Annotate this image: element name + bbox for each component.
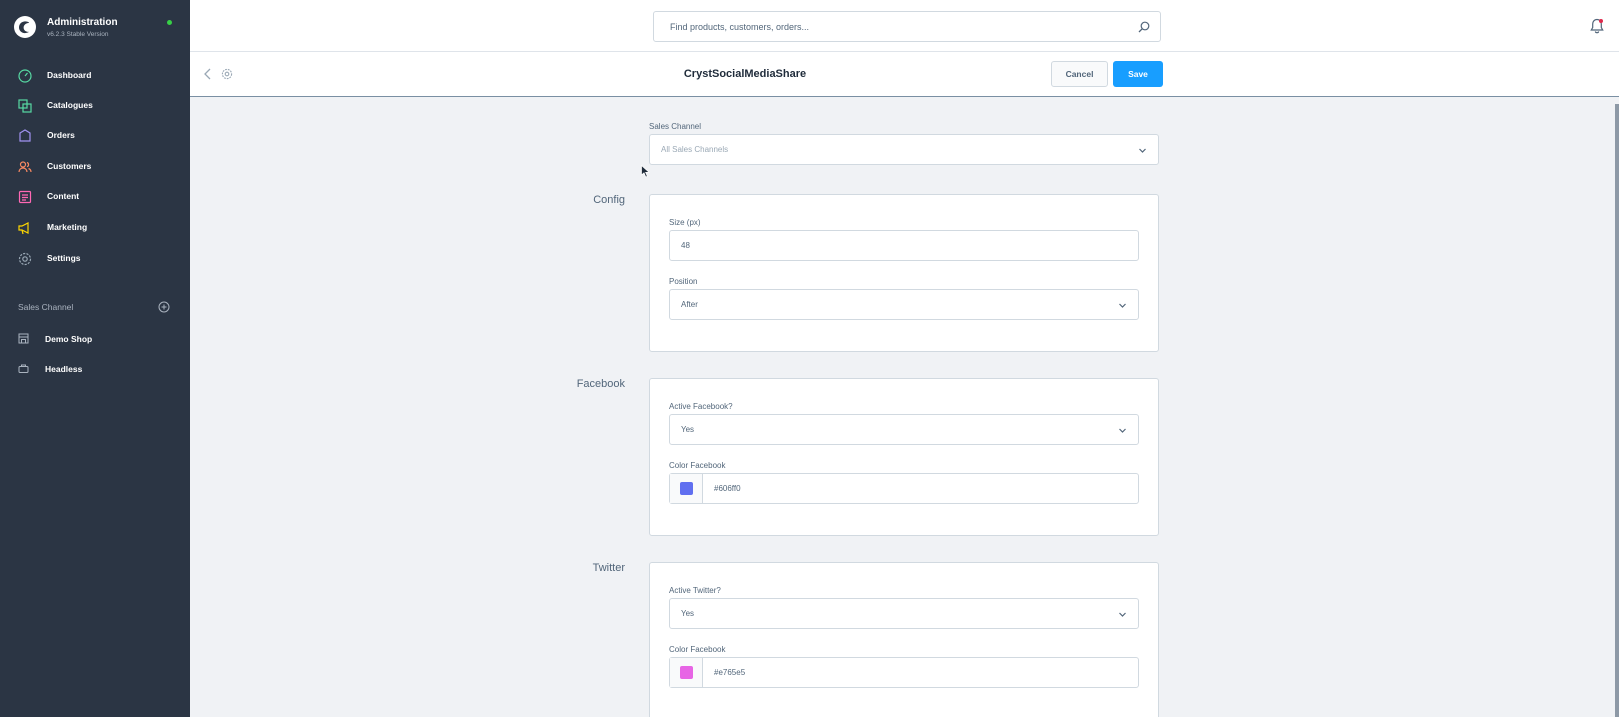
twitter-card: Active Twitter? Yes Color Facebook (649, 562, 1159, 717)
chevron-down-icon (1119, 428, 1126, 433)
active-twitter-label: Active Twitter? (669, 586, 721, 595)
color-swatch (680, 482, 693, 495)
config-card: Size (px) Position After (649, 194, 1159, 352)
color-facebook-input[interactable] (704, 474, 1124, 503)
nav-label: Settings (47, 253, 81, 263)
active-twitter-select[interactable]: Yes (669, 598, 1139, 629)
page-title: CrystSocialMediaShare (683, 68, 807, 80)
cancel-button[interactable]: Cancel (1051, 61, 1108, 87)
nav-item-marketing[interactable]: Marketing (0, 213, 190, 243)
nav-item-dashboard[interactable]: Dashboard (0, 61, 190, 91)
config-section-title: Config (593, 194, 625, 206)
sidebar: Administration v6.2.3 Stable Version Das… (0, 0, 190, 717)
color-facebook-label: Color Facebook (669, 461, 726, 470)
nav-label: Dashboard (47, 70, 92, 80)
color-twitter-label: Color Facebook (669, 645, 726, 654)
color-picker-toggle[interactable] (670, 658, 703, 687)
search-icon[interactable] (1138, 21, 1150, 33)
notification-bell-icon[interactable] (1590, 18, 1604, 34)
position-label: Position (669, 277, 698, 286)
size-label: Size (px) (669, 218, 701, 227)
shopware-logo-icon[interactable] (13, 15, 37, 39)
active-facebook-select[interactable]: Yes (669, 414, 1139, 445)
twitter-section-title: Twitter (592, 562, 625, 574)
color-facebook-field (669, 473, 1139, 504)
color-twitter-input[interactable] (704, 658, 1124, 687)
top-bar (190, 0, 1619, 52)
back-chevron-icon[interactable] (203, 68, 213, 80)
chevron-down-icon (1119, 612, 1126, 617)
facebook-card: Active Facebook? Yes Color Facebook (649, 378, 1159, 536)
sales-channel-item-demo-shop[interactable]: Demo Shop (0, 325, 190, 353)
orders-icon (19, 129, 31, 142)
nav-label: Customers (47, 161, 92, 171)
content-icon (18, 190, 32, 204)
headless-icon (18, 364, 29, 373)
nav-label: Orders (47, 130, 75, 140)
sales-channel-label: Sales Channel (649, 122, 702, 131)
active-facebook-label: Active Facebook? (669, 402, 733, 411)
brand: Administration v6.2.3 Stable Version (0, 0, 190, 54)
scrollbar[interactable] (1615, 104, 1619, 717)
color-twitter-field (669, 657, 1139, 688)
sales-channel-select[interactable]: All Sales Channels (649, 134, 1159, 165)
search-input[interactable] (654, 12, 1124, 41)
facebook-section-title: Facebook (576, 378, 625, 390)
customers-icon (18, 161, 32, 173)
chevron-down-icon (1119, 303, 1126, 308)
size-field (669, 230, 1139, 261)
active-facebook-value: Yes (681, 425, 695, 434)
position-value: After (681, 300, 698, 309)
sales-channel-heading: Sales Channel (18, 302, 74, 312)
gear-icon[interactable] (221, 68, 233, 80)
size-input[interactable] (670, 231, 1138, 260)
nav-label: Catalogues (47, 100, 93, 110)
content-area: Sales Channel All Sales Channels Config … (190, 98, 1619, 717)
nav-label: Content (47, 191, 80, 201)
chevron-down-icon (1139, 148, 1146, 153)
dashboard-icon (18, 69, 32, 83)
add-sales-channel-icon[interactable] (158, 301, 170, 313)
save-button[interactable]: Save (1113, 61, 1163, 87)
active-twitter-value: Yes (681, 609, 695, 618)
sales-channel-label: Demo Shop (45, 334, 93, 344)
nav-item-content[interactable]: Content (0, 182, 190, 212)
mouse-cursor-icon (641, 165, 650, 178)
app-title: Administration (47, 17, 118, 28)
nav-item-customers[interactable]: Customers (0, 152, 190, 182)
sales-channel-item-headless[interactable]: Headless (0, 355, 190, 383)
smart-bar: CrystSocialMediaShare Cancel Save (190, 52, 1619, 97)
marketing-icon (18, 222, 29, 235)
sales-channel-label: Headless (45, 364, 83, 374)
position-select[interactable]: After (669, 289, 1139, 320)
nav-item-settings[interactable]: Settings (0, 244, 190, 274)
nav-item-orders[interactable]: Orders (0, 121, 190, 151)
settings-icon (18, 252, 32, 266)
online-status-dot (167, 20, 172, 25)
catalogues-icon (18, 99, 32, 113)
nav-label: Marketing (47, 222, 88, 232)
sales-channel-placeholder: All Sales Channels (661, 145, 729, 154)
global-search (653, 11, 1161, 42)
nav-item-catalogues[interactable]: Catalogues (0, 91, 190, 121)
app-version: v6.2.3 Stable Version (47, 31, 109, 38)
storefront-icon (18, 333, 29, 344)
color-swatch (680, 666, 693, 679)
color-picker-toggle[interactable] (670, 474, 703, 503)
